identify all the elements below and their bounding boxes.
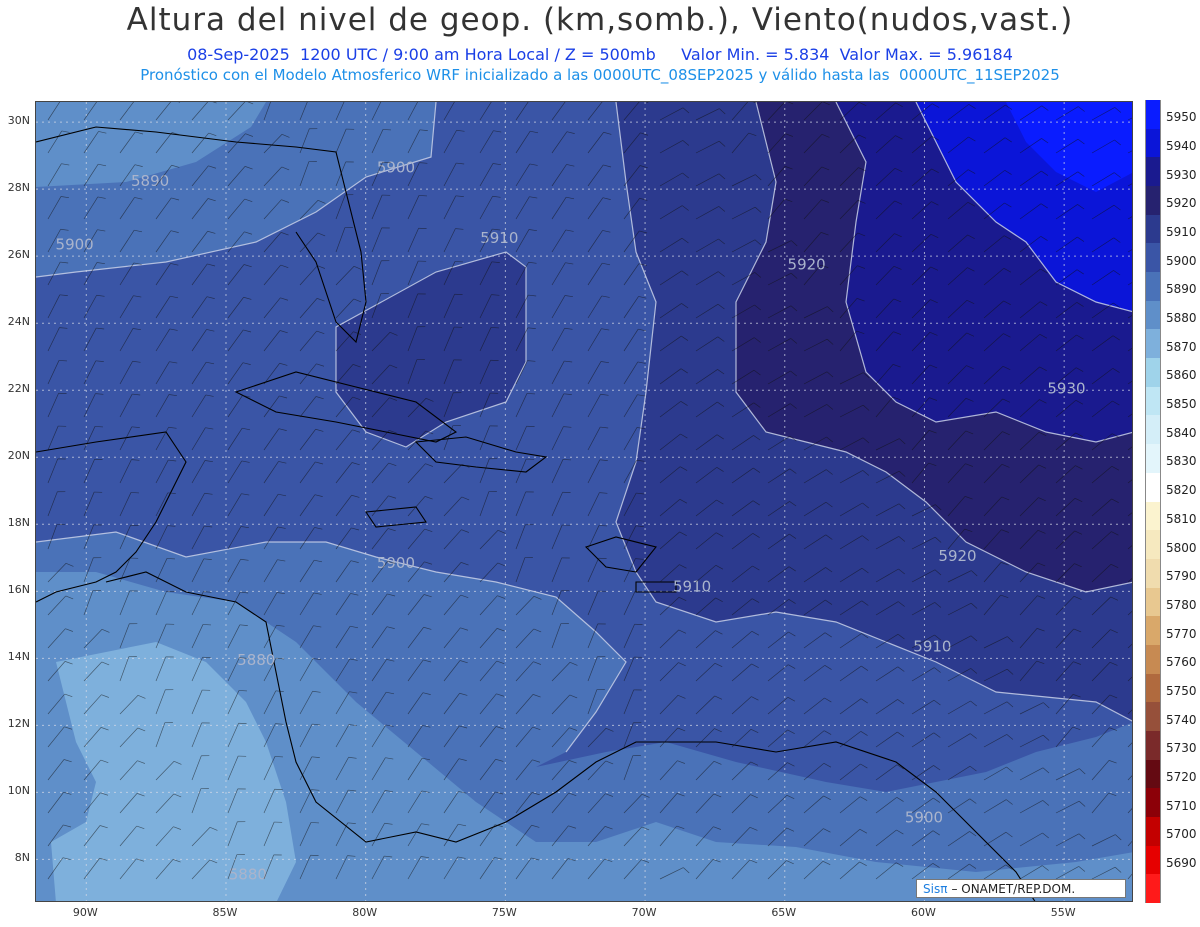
legend-swatch	[1145, 272, 1161, 302]
map-title: Altura del nivel de geop. (km,somb.), Vi…	[126, 2, 1074, 38]
legend-level-label: 5800	[1166, 540, 1197, 555]
contour-label: 5920	[788, 256, 826, 274]
contour-label: 5890	[131, 172, 169, 190]
geopotential-map: 5890 5900 5900 5910 5920 5930 5920 5900 5910 5910…	[36, 102, 1132, 901]
credit-badge: Sisπ – ONAMET/REP.DOM.	[916, 879, 1126, 898]
contour-label: 5880	[237, 651, 275, 669]
legend-level-label: 5760	[1166, 655, 1197, 670]
legend-level-label: 5710	[1166, 798, 1197, 813]
legend-swatch	[1145, 358, 1161, 388]
map-canvas[interactable]: 5890 5900 5900 5910 5920 5930 5920 5900 5910 5910…	[35, 101, 1133, 902]
credit-text: – ONAMET/REP.DOM.	[951, 881, 1076, 896]
legend-level-label: 5830	[1166, 454, 1197, 469]
lat-label: 26N	[7, 248, 30, 262]
legend-swatch	[1145, 300, 1161, 330]
legend-swatch	[1145, 415, 1161, 445]
legend-level-label: 5690	[1166, 855, 1197, 870]
lat-label: 30N	[7, 114, 30, 128]
legend-swatch	[1145, 128, 1161, 158]
legend-swatch	[1145, 530, 1161, 560]
legend-level-label: 5780	[1166, 597, 1197, 612]
legend-swatch	[1145, 157, 1161, 187]
lat-label: 22N	[7, 382, 30, 396]
legend-swatch	[1145, 759, 1161, 789]
legend-level-label: 5900	[1166, 253, 1197, 268]
legend-level-label: 5930	[1166, 167, 1197, 182]
legend-swatch	[1145, 329, 1161, 359]
contour-label: 5900	[56, 235, 94, 253]
map-subtitle-model: Pronóstico con el Modelo Atmosferico WRF…	[140, 66, 1060, 84]
legend-swatch	[1145, 616, 1161, 646]
legend-swatch	[1145, 472, 1161, 502]
lat-label: 10N	[7, 784, 30, 798]
legend-level-label: 5770	[1166, 626, 1197, 641]
contour-label: 5930	[1047, 380, 1085, 398]
lat-label: 24N	[7, 315, 30, 329]
legend-level-label: 5880	[1166, 311, 1197, 326]
legend-level-label: 5700	[1166, 827, 1197, 842]
legend-swatch	[1145, 816, 1161, 847]
contour-label: 5900	[377, 554, 415, 572]
contour-label: 5910	[913, 638, 951, 656]
contour-label: 5900	[377, 158, 415, 176]
lon-label: 70W	[631, 906, 657, 919]
lon-label: 85W	[212, 906, 238, 919]
lon-label: 60W	[911, 906, 936, 919]
legend-swatch	[1145, 845, 1161, 875]
legend-level-label: 5840	[1166, 425, 1197, 440]
legend-swatch	[1145, 501, 1161, 531]
legend-swatch	[1145, 444, 1161, 474]
legend-level-label: 5950	[1166, 110, 1197, 125]
lon-label: 80W	[352, 906, 378, 919]
legend-level-label: 5790	[1166, 569, 1197, 584]
legend-swatch	[1145, 386, 1161, 416]
legend-level-label: 5730	[1166, 741, 1197, 756]
legend-swatch	[1145, 702, 1161, 732]
lon-label: 90W	[72, 906, 98, 919]
contour-label: 5900	[905, 809, 943, 827]
legend-level-label: 5720	[1166, 769, 1197, 784]
legend-swatch	[1145, 730, 1161, 761]
legend-level-label: 5890	[1166, 282, 1197, 297]
legend-level-label: 5850	[1166, 397, 1197, 412]
lat-label: 18N	[7, 516, 30, 530]
legend-swatch	[1145, 214, 1161, 244]
lon-label: 55W	[1050, 906, 1076, 919]
legend-swatch	[1145, 558, 1161, 589]
contour-label: 5910	[673, 577, 711, 595]
legend-level-label: 5940	[1166, 139, 1197, 154]
lat-label: 8N	[14, 851, 30, 865]
lat-label: 28N	[7, 181, 30, 195]
lat-label: 16N	[7, 583, 30, 597]
legend-swatch	[1145, 100, 1161, 130]
lon-label: 75W	[491, 906, 517, 919]
contour-label: 5910	[480, 229, 518, 247]
lat-label: 14N	[7, 650, 30, 664]
legend-swatch	[1145, 673, 1161, 703]
legend-level-label: 5820	[1166, 483, 1197, 498]
lat-label: 20N	[7, 449, 30, 463]
legend-swatch	[1145, 186, 1161, 216]
contour-label: 5880	[229, 866, 267, 884]
lon-label: 65W	[771, 906, 797, 919]
legend-swatch	[1145, 874, 1161, 904]
legend-swatch	[1145, 644, 1161, 675]
legend-level-label: 5750	[1166, 683, 1197, 698]
legend-swatch	[1145, 243, 1161, 273]
sispi-logo: Sisπ	[923, 881, 948, 896]
legend-level-label: 5920	[1166, 196, 1197, 211]
legend-level-label: 5870	[1166, 339, 1197, 354]
contour-label: 5920	[938, 547, 976, 565]
legend-swatch	[1145, 587, 1161, 617]
legend-level-label: 5740	[1166, 712, 1197, 727]
lat-label: 12N	[7, 717, 30, 731]
legend-swatch	[1145, 788, 1161, 818]
map-subtitle-time: 08-Sep-2025 1200 UTC / 9:00 am Hora Loca…	[187, 45, 1013, 64]
legend-level-label: 5810	[1166, 511, 1197, 526]
legend-level-label: 5860	[1166, 368, 1197, 383]
legend-level-label: 5910	[1166, 225, 1197, 240]
